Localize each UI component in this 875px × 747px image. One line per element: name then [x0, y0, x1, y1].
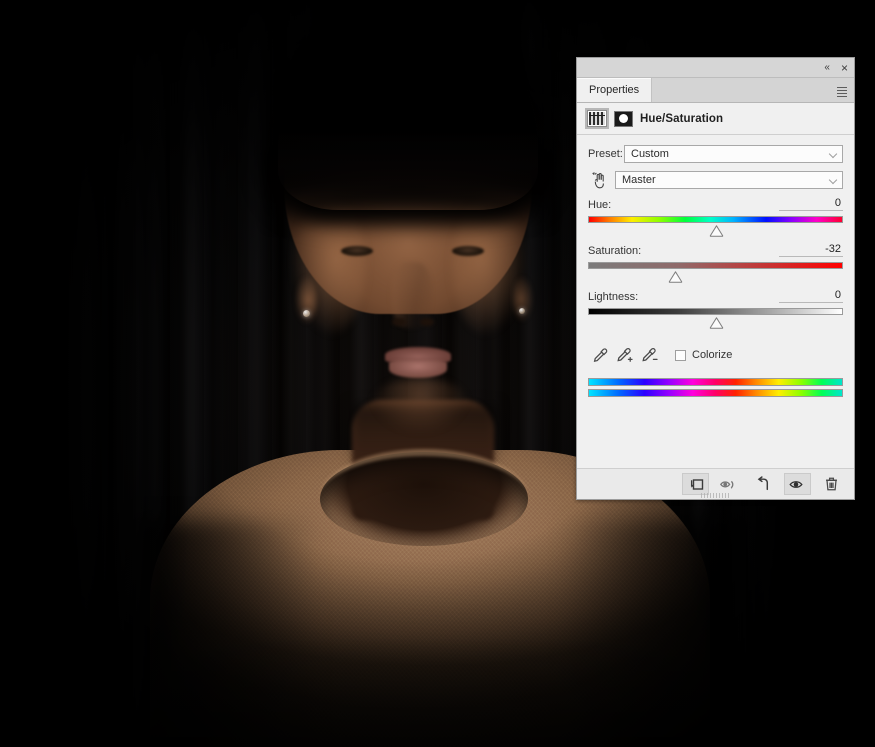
preset-row: Preset: Custom: [588, 144, 843, 164]
hue-value-field[interactable]: 0: [779, 197, 843, 211]
adjustment-header: Hue/Saturation: [577, 103, 854, 135]
clip-to-layer-icon[interactable]: [682, 473, 709, 495]
lightness-label: Lightness:: [588, 291, 639, 303]
preset-value: Custom: [631, 148, 669, 160]
saturation-slider-track-wrap[interactable]: [588, 262, 843, 284]
preset-dropdown[interactable]: Custom: [624, 145, 843, 163]
lightness-slider-track[interactable]: [588, 308, 843, 315]
chevron-down-icon: [829, 150, 838, 159]
lightness-slider-thumb[interactable]: [709, 317, 724, 329]
panel-titlebar: « ×: [577, 58, 854, 78]
chevron-down-icon: [829, 176, 838, 185]
hue-slider-track-wrap[interactable]: [588, 216, 843, 238]
resize-grip-icon[interactable]: [700, 493, 731, 498]
sampling-tools-row: Colorize: [588, 343, 843, 367]
lightness-slider-track-wrap[interactable]: [588, 308, 843, 330]
hue-label: Hue:: [588, 199, 612, 211]
layer-mask-thumbnail-icon[interactable]: [614, 110, 633, 127]
edge-shade-left: [0, 0, 190, 747]
reset-arrow-icon[interactable]: [750, 473, 777, 495]
colorize-checkbox[interactable]: [675, 349, 686, 361]
tab-properties[interactable]: Properties: [577, 78, 653, 102]
edge-shade-bottom: [0, 637, 875, 747]
trash-icon[interactable]: [818, 473, 845, 495]
saturation-label: Saturation:: [588, 245, 642, 257]
panel-footer: [577, 468, 854, 499]
saturation-slider-group: Saturation: -32: [588, 242, 843, 284]
eyedropper-icon[interactable]: [588, 344, 613, 366]
lightness-slider-group: Lightness: 0: [588, 288, 843, 330]
adjustment-title: Hue/Saturation: [640, 112, 724, 125]
panel-body: Preset: Custom Master Hue: 0 Saturation:…: [577, 135, 854, 397]
collapse-icon[interactable]: «: [824, 62, 830, 73]
color-bar-result[interactable]: [588, 389, 843, 397]
saturation-slider-track[interactable]: [588, 262, 843, 269]
eye-icon[interactable]: [784, 473, 811, 495]
color-range-bars: [588, 378, 843, 397]
saturation-slider-thumb[interactable]: [668, 271, 683, 283]
colorize-label: Colorize: [692, 349, 733, 361]
on-image-adjustment-hand-icon[interactable]: [588, 170, 610, 190]
preset-label: Preset:: [588, 148, 623, 160]
hue-slider-group: Hue: 0: [588, 196, 843, 238]
close-icon[interactable]: ×: [841, 62, 848, 74]
tab-properties-label: Properties: [589, 84, 640, 96]
hue-slider-track[interactable]: [588, 216, 843, 223]
channel-row: Master: [588, 170, 843, 190]
lightness-value-field[interactable]: 0: [779, 289, 843, 303]
panel-tab-bar: Properties: [577, 78, 854, 103]
tab-bar-filler: [652, 78, 835, 102]
eyedropper-plus-icon[interactable]: [613, 344, 638, 366]
eyedropper-minus-icon[interactable]: [638, 344, 663, 366]
channel-dropdown[interactable]: Master: [615, 171, 843, 189]
saturation-value-field[interactable]: -32: [779, 243, 843, 257]
properties-panel: « × Properties Hue/Saturation Preset: Cu…: [576, 57, 855, 500]
panel-menu-icon[interactable]: [835, 78, 849, 102]
hue-slider-thumb[interactable]: [709, 225, 724, 237]
mask-view-icon[interactable]: [716, 473, 743, 495]
color-bar-source: [588, 378, 843, 386]
colorize-checkbox-group[interactable]: Colorize: [675, 349, 732, 361]
adjustment-layer-thumbnail-icon[interactable]: [585, 108, 609, 129]
channel-value: Master: [622, 174, 656, 186]
